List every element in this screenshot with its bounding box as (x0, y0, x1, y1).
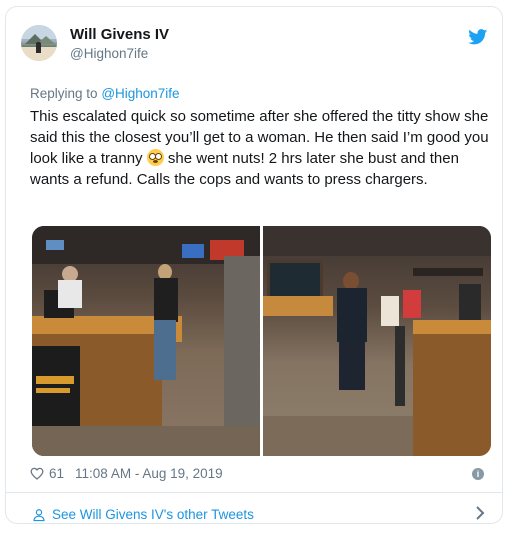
info-icon[interactable]: i (472, 468, 484, 480)
person-icon (33, 508, 45, 521)
more-tweets-label[interactable]: See Will Givens IV's other Tweets (52, 507, 254, 522)
tweet-card: Will Givens IV @Highon7ife Replying to @… (5, 6, 503, 524)
photo-police-officer[interactable] (263, 226, 491, 456)
tweet-timestamp[interactable]: 11:08 AM - Aug 19, 2019 (75, 466, 223, 481)
reply-context: Replying to @Highon7ife (30, 86, 180, 101)
like-count[interactable]: 61 (49, 466, 64, 481)
tweet-text: This escalated quick so sometime after s… (30, 106, 492, 190)
flushed-face-emoji-icon (146, 149, 164, 166)
twitter-bird-icon[interactable] (468, 29, 488, 45)
heart-icon[interactable] (30, 467, 44, 480)
more-tweets-link[interactable]: See Will Givens IV's other Tweets (32, 507, 254, 522)
reply-to-link[interactable]: @Highon7ife (101, 86, 179, 101)
tweet-media[interactable] (32, 226, 491, 456)
photo-casino-counter[interactable] (32, 226, 260, 456)
avatar[interactable] (21, 25, 57, 61)
reply-prefix: Replying to (30, 86, 98, 101)
chevron-right-icon[interactable] (474, 505, 486, 521)
author-name[interactable]: Will Givens IV (70, 26, 169, 43)
author-handle[interactable]: @Highon7ife (70, 46, 148, 61)
tweet-meta: 61 11:08 AM - Aug 19, 2019 (30, 466, 223, 481)
divider (6, 492, 502, 493)
